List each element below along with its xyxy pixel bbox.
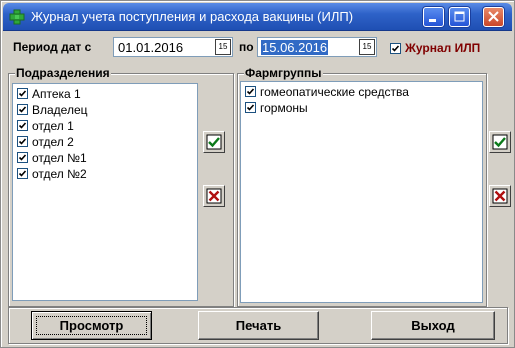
- deselect-all-departments-button[interactable]: [203, 185, 225, 207]
- select-all-pharmgroups-button[interactable]: [489, 131, 511, 153]
- date-to-value: 15.06.2016: [261, 40, 329, 55]
- window-title: Журнал учета поступления и расхода вакци…: [31, 9, 354, 24]
- item-label: Владелец: [32, 103, 88, 117]
- journal-ilp-label[interactable]: Журнал ИЛП: [405, 41, 480, 55]
- item-checkbox[interactable]: [17, 88, 28, 99]
- exit-button-label: Выход: [411, 318, 455, 333]
- title-bar[interactable]: Журнал учета поступления и расхода вакци…: [3, 3, 512, 31]
- date-from-value: 01.01.2016: [118, 40, 184, 55]
- close-icon: [488, 11, 499, 22]
- item-label: Аптека 1: [32, 87, 81, 101]
- print-button[interactable]: Печать: [198, 311, 319, 340]
- pharmgroups-caption: Фармгруппы: [244, 66, 323, 80]
- item-label: гормоны: [260, 101, 308, 115]
- exit-button[interactable]: Выход: [371, 311, 495, 340]
- date-from-field[interactable]: 01.01.2016 15: [113, 37, 233, 57]
- check-all-icon: [492, 134, 508, 150]
- view-button-label: Просмотр: [59, 318, 124, 333]
- select-all-departments-button[interactable]: [203, 131, 225, 153]
- checkmark-icon: [391, 45, 400, 52]
- uncheck-all-icon: [206, 188, 222, 204]
- maximize-icon: [454, 11, 465, 22]
- checkmark-icon: [18, 122, 27, 129]
- checkmark-icon: [18, 154, 27, 161]
- close-button[interactable]: [483, 7, 504, 27]
- checkmark-icon: [18, 170, 27, 177]
- deselect-all-pharmgroups-button[interactable]: [489, 185, 511, 207]
- calendar-icon[interactable]: 15: [359, 39, 375, 55]
- departments-caption: Подразделения: [15, 66, 111, 80]
- item-checkbox[interactable]: [245, 86, 256, 97]
- checkmark-icon: [18, 90, 27, 97]
- check-all-icon: [206, 134, 222, 150]
- item-label: отдел 1: [32, 119, 74, 133]
- view-button[interactable]: Просмотр: [31, 311, 152, 340]
- calendar-icon[interactable]: 15: [215, 39, 231, 55]
- item-checkbox[interactable]: [17, 136, 28, 147]
- item-checkbox[interactable]: [17, 168, 28, 179]
- pharmgroups-list[interactable]: гомеопатические средства гормоны: [240, 81, 483, 303]
- journal-ilp-checkbox[interactable]: [390, 43, 401, 54]
- checkmark-icon: [18, 106, 27, 113]
- item-label: гомеопатические средства: [260, 85, 409, 99]
- period-from-label: Период дат с: [13, 40, 92, 54]
- item-label: отдел №2: [32, 167, 87, 181]
- item-label: отдел №1: [32, 151, 87, 165]
- minimize-icon: [429, 19, 436, 22]
- checkmark-icon: [18, 138, 27, 145]
- item-checkbox[interactable]: [17, 104, 28, 115]
- item-label: отдел 2: [32, 135, 74, 149]
- item-checkbox[interactable]: [245, 102, 256, 113]
- date-to-field[interactable]: 15.06.2016 15: [257, 37, 377, 57]
- period-to-label: по: [239, 40, 254, 54]
- maximize-button[interactable]: [449, 7, 470, 27]
- checkmark-icon: [246, 88, 255, 95]
- item-checkbox[interactable]: [17, 152, 28, 163]
- green-cross-icon: [9, 9, 25, 25]
- main-window: Журнал учета поступления и расхода вакци…: [0, 0, 515, 348]
- departments-list[interactable]: Аптека 1 Владелец отдел 1 отдел 2 отдел №1 от…: [12, 83, 198, 301]
- print-button-label: Печать: [235, 318, 282, 333]
- minimize-button[interactable]: [423, 7, 444, 27]
- checkmark-icon: [246, 104, 255, 111]
- uncheck-all-icon: [492, 188, 508, 204]
- item-checkbox[interactable]: [17, 120, 28, 131]
